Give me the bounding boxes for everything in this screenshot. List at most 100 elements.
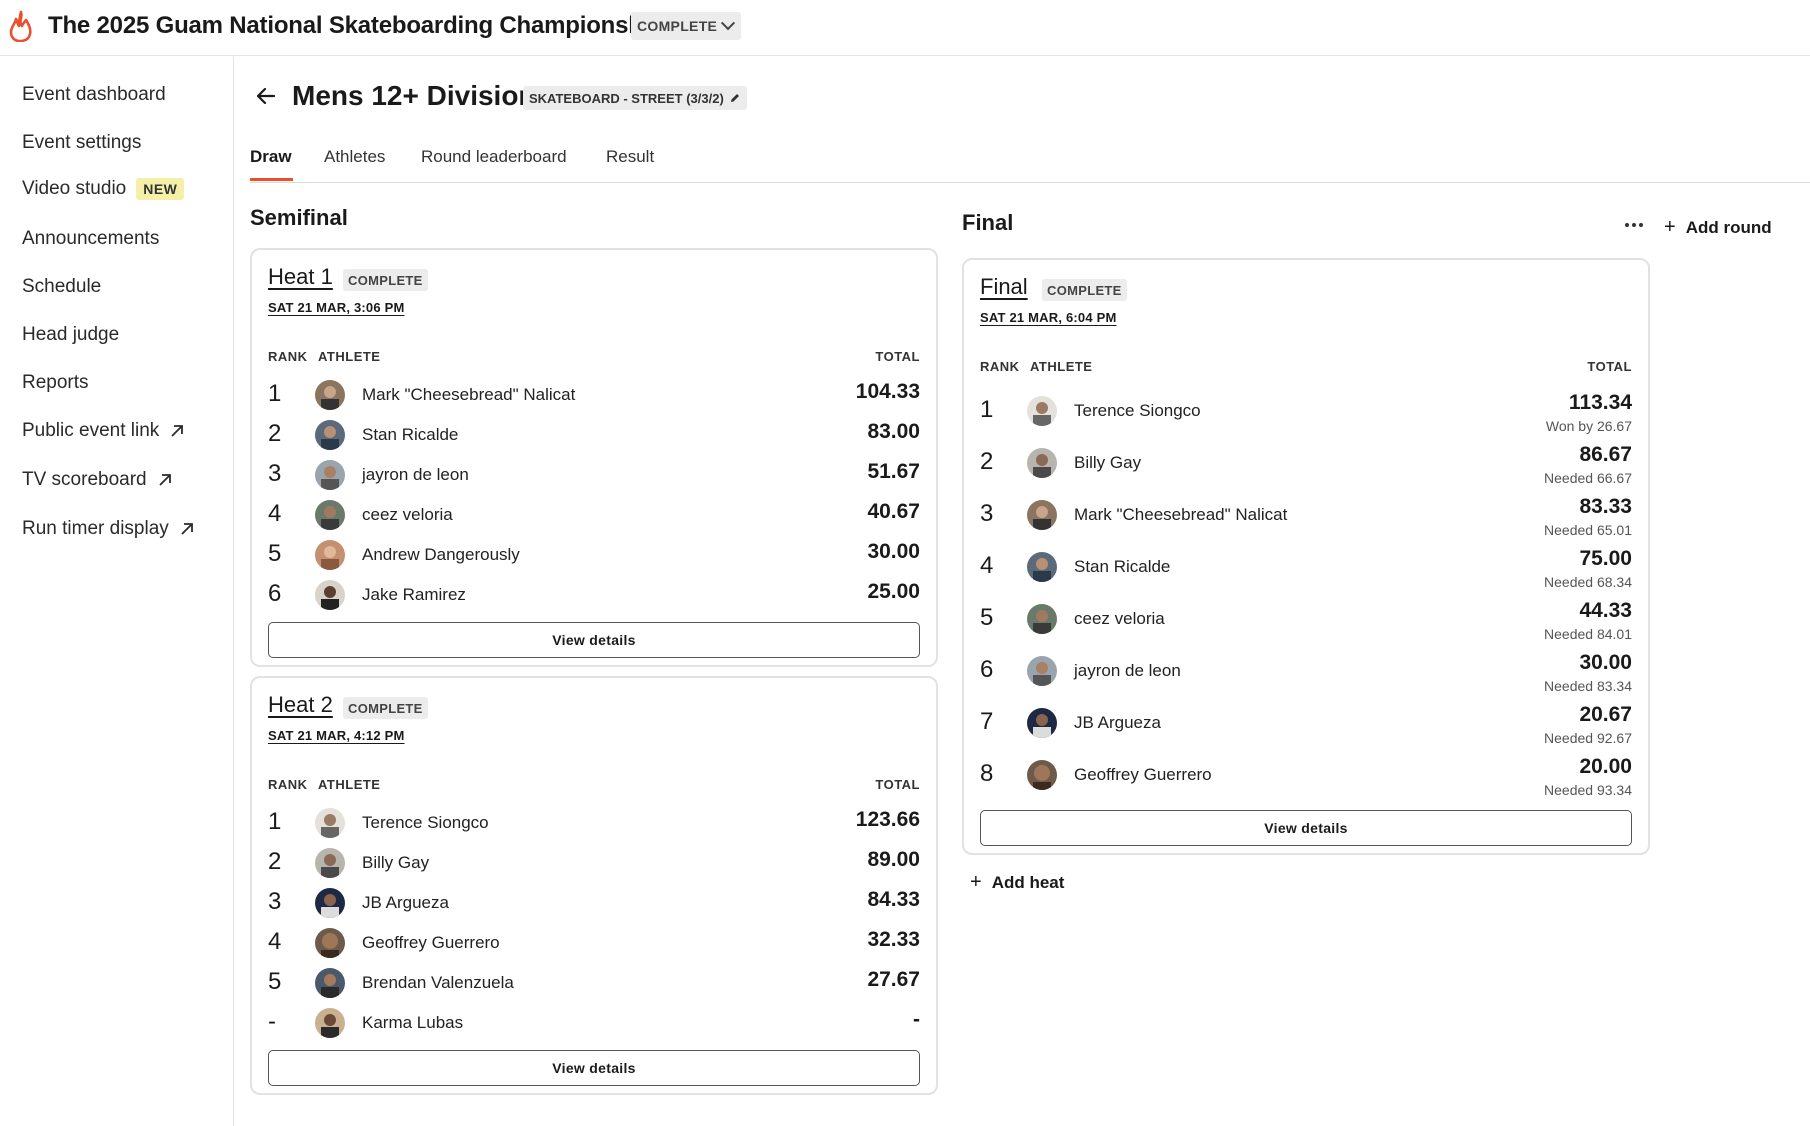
athlete-avatar [315,540,345,570]
table-row: 8 Geoffrey Guerrero 20.00 Needed 93.34 [980,752,1632,800]
flame-logo-icon[interactable] [8,10,34,42]
table-row: 4 Stan Ricalde 75.00 Needed 68.34 [980,544,1632,592]
tab-draw[interactable]: Draw [250,147,292,167]
table-row: 1 Terence Siongco 113.34 Won by 26.67 [980,388,1632,436]
rank-value: 1 [980,396,994,423]
column-header-athlete: ATHLETE [318,777,381,792]
rank-value: 2 [268,420,282,447]
athlete-avatar [1027,604,1057,634]
round-title-semifinal: Semifinal [250,205,348,230]
sidebar-item-head-judge[interactable]: Head judge [22,324,119,346]
rank-value: 3 [268,460,282,487]
pencil-icon[interactable] [729,92,741,104]
rank-value: 3 [980,500,994,527]
heat-card-1: Heat 1 COMPLETE SAT 21 MAR, 3:06 PM RANK… [250,248,938,667]
athlete-name: JB Argueza [1074,713,1161,732]
add-heat-label: Add heat [991,872,1065,892]
event-status-dropdown[interactable]: COMPLETE [631,12,742,40]
total-score: 30.00 [1579,651,1632,674]
athlete-name: Karma Lubas [362,1013,464,1032]
table-row: 3 JB Argueza 84.33 [268,885,920,921]
event-title: The 2025 Guam National Skateboarding Cha… [48,12,664,39]
heat-time-link[interactable]: SAT 21 MAR, 6:04 PM [980,310,1116,325]
arrow-left-icon[interactable] [254,84,278,108]
heat-name-link[interactable]: Final [980,274,1028,300]
table-row: 3 Mark "Cheesebread" Nalicat 83.33 Neede… [980,492,1632,540]
column-header-total: TOTAL [875,349,920,364]
score-needed: Needed 66.67 [1544,470,1632,486]
table-row: 5 ceez veloria 44.33 Needed 84.01 [980,596,1632,644]
score-needed: Needed 92.67 [1544,730,1632,746]
sidebar-item-video-studio[interactable]: Video studio NEW [22,178,185,200]
table-row: 5 Brendan Valenzuela 27.67 [268,965,920,1001]
athlete-name: Geoffrey Guerrero [362,933,500,952]
view-details-button[interactable]: View details [268,1050,920,1086]
rank-value: 5 [980,604,994,631]
sidebar-item-label: Run timer display [22,518,169,539]
sidebar-item-event-dashboard[interactable]: Event dashboard [22,84,166,106]
sidebar-item-event-settings[interactable]: Event settings [22,132,141,154]
heat-time-link[interactable]: SAT 21 MAR, 4:12 PM [268,728,404,743]
total-score: 123.66 [855,808,920,831]
athlete-name: Stan Ricalde [362,425,459,444]
plus-icon: + [1664,216,1676,238]
rank-value: 7 [980,708,994,735]
rank-value: 4 [980,552,994,579]
total-score: 20.67 [1579,703,1632,726]
heat-time-link[interactable]: SAT 21 MAR, 3:06 PM [268,300,404,315]
heat-card-final: Final COMPLETE SAT 21 MAR, 6:04 PM RANK … [962,258,1650,855]
athlete-name: ceez veloria [362,505,453,524]
tab-result[interactable]: Result [606,147,654,167]
table-row: 3 jayron de leon 51.67 [268,457,920,493]
sidebar-item-label: Public event link [22,420,160,441]
sidebar-item-public-event-link[interactable]: Public event link [22,420,185,442]
view-details-button[interactable]: View details [980,810,1632,846]
table-row: 6 jayron de leon 30.00 Needed 83.34 [980,648,1632,696]
heat-name-link[interactable]: Heat 2 [268,692,333,718]
athlete-avatar [1027,396,1057,426]
sidebar-item-announcements[interactable]: Announcements [22,228,159,250]
column-header-rank: RANK [980,359,1020,374]
total-score: 83.33 [1579,495,1632,518]
division-title: Mens 12+ Division [292,80,536,111]
total-score: 40.67 [867,500,920,523]
athlete-name: Mark "Cheesebread" Nalicat [1074,505,1288,524]
sidebar-item-label: Head judge [22,324,120,345]
total-score: - [913,1008,920,1031]
column-header-rank: RANK [268,349,308,364]
sidebar-item-label: Event settings [22,132,142,153]
tab-athletes[interactable]: Athletes [324,147,385,167]
sidebar: Event dashboard Event settings Video stu… [0,57,234,1126]
discipline-badge[interactable]: SKATEBOARD - STREET (3/3/2) [523,86,747,110]
top-bar: The 2025 Guam National Skateboarding Cha… [0,0,1810,56]
total-score: 75.00 [1579,547,1632,570]
add-round-button[interactable]: + Add round [1664,216,1772,239]
view-details-button[interactable]: View details [268,622,920,658]
event-status-label: COMPLETE [637,18,718,34]
division-tabs: Draw Athletes Round leaderboard Result [250,145,1810,183]
athlete-avatar [1027,760,1057,790]
athlete-name: Andrew Dangerously [362,545,520,564]
more-horizontal-icon[interactable] [1623,214,1645,236]
score-difference: Won by 26.67 [1545,418,1632,434]
total-score: 44.33 [1579,599,1632,622]
tab-round-leaderboard[interactable]: Round leaderboard [421,147,567,167]
athlete-name: jayron de leon [1074,661,1181,680]
athlete-avatar [315,420,345,450]
rank-value: 1 [268,380,282,407]
sidebar-item-schedule[interactable]: Schedule [22,276,101,298]
athlete-avatar [315,380,345,410]
sidebar-item-tv-scoreboard[interactable]: TV scoreboard [22,469,173,491]
heat-name-link[interactable]: Heat 1 [268,264,333,290]
total-score: 83.00 [867,420,920,443]
add-heat-button[interactable]: + Add heat [970,871,1064,894]
score-needed: Needed 68.34 [1544,574,1632,590]
athlete-name: Billy Gay [1074,453,1142,472]
sidebar-item-reports[interactable]: Reports [22,372,89,394]
athlete-avatar [1027,448,1057,478]
score-needed: Needed 65.01 [1544,522,1632,538]
athlete-avatar [1027,708,1057,738]
total-score: 30.00 [867,540,920,563]
sidebar-item-run-timer-display[interactable]: Run timer display [22,518,195,540]
total-score: 20.00 [1579,755,1632,778]
